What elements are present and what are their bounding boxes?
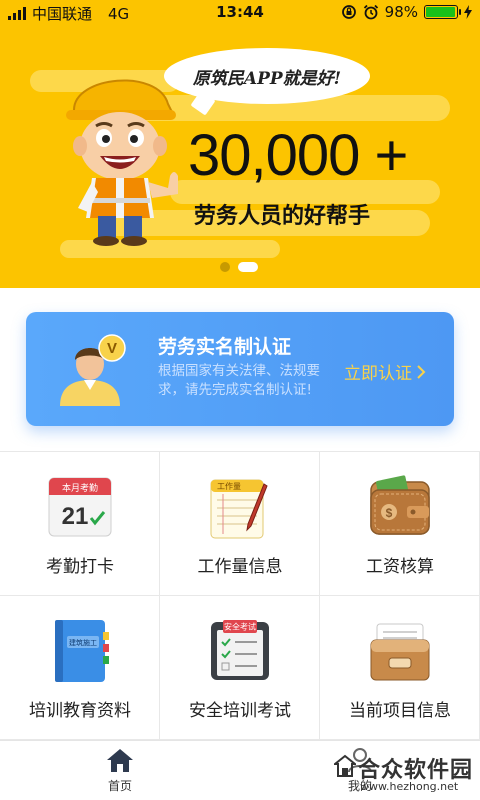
carousel-dot-active[interactable] <box>238 262 258 272</box>
carousel-dot[interactable] <box>220 262 230 272</box>
watermark-url: www.hezhong.net <box>360 780 459 793</box>
exam-header-text: 安全考试 <box>224 622 256 632</box>
svg-text:$: $ <box>386 506 393 520</box>
battery-icon <box>424 5 461 19</box>
function-grid: 本月考勤 21 考勤打卡 工作量 工作量信息 $ 工资核算 建筑施工 培训教育资… <box>0 451 480 740</box>
verified-person-icon: V <box>60 334 126 406</box>
verify-badge-text: V <box>107 340 117 357</box>
verify-card-title: 劳务实名制认证 <box>158 336 292 358</box>
book-icon: 建筑施工 <box>55 620 109 682</box>
grid-item-training-materials[interactable]: 建筑施工 培训教育资料 <box>0 596 160 740</box>
watermark: 合众软件园 www.hezhong.net <box>334 752 474 798</box>
banner-headline: 30,000 + <box>188 123 408 188</box>
grid-item-label: 当前项目信息 <box>349 701 451 721</box>
tab-home-label: 首页 <box>107 779 132 793</box>
book-title-text: 建筑施工 <box>69 638 97 647</box>
grid-item-label: 工作量信息 <box>197 557 283 577</box>
notepad-header-text: 工作量 <box>217 481 241 491</box>
chevron-right-icon <box>417 364 426 379</box>
grid-item-attendance[interactable]: 本月考勤 21 考勤打卡 <box>0 452 160 596</box>
status-bar: 中国联通 4G 13:44 98% <box>0 0 480 26</box>
battery-percent: 98% <box>384 3 418 21</box>
grid-item-label: 工资核算 <box>366 557 434 577</box>
calendar-checkin-icon: 本月考勤 21 <box>48 477 112 537</box>
real-name-verify-card[interactable]: V 劳务实名制认证 根据国家有关法律、法规要求，请先完成实名制认证! 立即认证 <box>26 312 454 426</box>
grid-item-wages[interactable]: $ 工资核算 <box>320 452 480 596</box>
banner-tagline: 劳务人员的好帮手 <box>194 204 371 229</box>
home-icon <box>107 749 133 772</box>
exam-clipboard-icon: 安全考试 <box>211 620 269 680</box>
grid-item-label: 安全培训考试 <box>189 701 291 721</box>
grid-item-project-info[interactable]: 当前项目信息 <box>320 596 480 740</box>
grid-item-label: 考勤打卡 <box>46 557 114 577</box>
folder-drawer-icon <box>370 623 430 681</box>
verify-now-button[interactable]: 立即认证 <box>344 359 426 384</box>
calendar-date-text: 21 <box>62 503 89 530</box>
calendar-header-text: 本月考勤 <box>62 482 98 494</box>
grid-item-workload[interactable]: 工作量 工作量信息 <box>160 452 320 596</box>
verify-now-label: 立即认证 <box>344 364 412 384</box>
notepad-pen-icon: 工作量 <box>210 479 268 539</box>
wallet-icon: $ <box>370 475 430 535</box>
speech-bubble: 原筑民APP就是好! <box>164 48 370 104</box>
verify-card-description: 根据国家有关法律、法规要求，请先完成实名制认证! <box>158 363 320 398</box>
grid-item-safety-exam[interactable]: 安全考试 安全培训考试 <box>160 596 320 740</box>
watermark-logo-icon <box>334 754 356 777</box>
carousel-indicator[interactable] <box>220 262 258 272</box>
grid-item-label: 培训教育资料 <box>29 701 131 721</box>
charging-icon <box>464 5 472 19</box>
rotation-lock-icon <box>341 5 356 19</box>
worker-mascot-icon <box>66 79 178 246</box>
tab-home[interactable]: 首页 <box>80 747 160 799</box>
alarm-icon <box>363 4 378 20</box>
hero-banner[interactable]: 中国联通 4G 13:44 98% 原筑民APP就是好! 30,000 + 劳务… <box>0 0 480 288</box>
